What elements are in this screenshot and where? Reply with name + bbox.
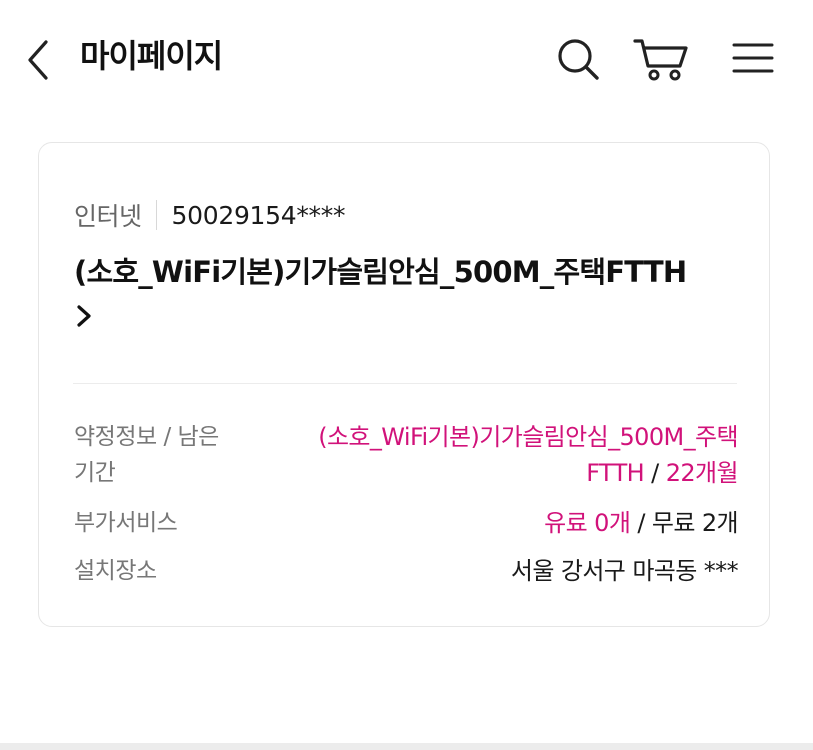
- top-header: 마이페이지: [0, 0, 813, 118]
- cart-icon: [633, 39, 688, 81]
- addon-free-count: 무료 2개: [651, 509, 739, 537]
- contract-info-row: 약정정보 / 남은 기간 (소호_WiFi기본)기가슬림안심_500M_주택 F…: [74, 419, 739, 495]
- contract-value: (소호_WiFi기본)기가슬림안심_500M_주택 FTTH / 22개월: [258, 419, 738, 491]
- service-number: 50029154****: [171, 200, 346, 230]
- plan-name: (소호_WiFi기본)기가슬림안심_500M_주택FTTH: [74, 255, 687, 289]
- plan-detail-link[interactable]: (소호_WiFi기본)기가슬림안심_500M_주택FTTH: [74, 247, 744, 331]
- card-divider: [73, 383, 737, 384]
- contract-label-line1: 약정정보 / 남은: [74, 424, 219, 450]
- bottom-divider-bar: [0, 743, 813, 750]
- service-id-line: 인터넷 50029154****: [74, 197, 345, 233]
- hamburger-menu-icon: [732, 43, 774, 73]
- search-button[interactable]: [555, 36, 601, 82]
- contract-plan-line2: FTTH: [586, 459, 645, 487]
- location-value: 서울 강서구 마곡동 ***: [510, 557, 739, 585]
- contract-remaining: 22개월: [665, 459, 739, 487]
- contract-separator: /: [651, 459, 659, 487]
- addon-separator: /: [637, 509, 645, 537]
- contract-plan-line1: (소호_WiFi기본)기가슬림안심_500M_주택: [318, 423, 738, 451]
- chevron-right-icon: [77, 305, 91, 327]
- addon-paid-count: 유료 0개: [544, 509, 631, 537]
- contract-label: 약정정보 / 남은 기간: [74, 419, 244, 491]
- contract-plan-line2-row: FTTH / 22개월: [258, 455, 738, 491]
- addon-label: 부가서비스: [74, 510, 178, 536]
- chevron-left-icon: [28, 40, 48, 80]
- service-card: 인터넷 50029154**** (소호_WiFi기본)기가슬림안심_500M_…: [38, 142, 770, 627]
- page-title: 마이페이지: [80, 37, 223, 75]
- location-info-row: 설치장소 서울 강서구 마곡동 ***: [74, 553, 739, 589]
- contract-label-line2: 기간: [74, 460, 116, 486]
- search-icon: [558, 39, 599, 80]
- service-type: 인터넷: [74, 202, 142, 231]
- vertical-divider: [155, 200, 157, 230]
- addon-info-row: 부가서비스 유료 0개 / 무료 2개: [74, 505, 739, 541]
- addon-value: 유료 0개 / 무료 2개: [544, 505, 738, 541]
- mypage-screen: 마이페이지 인터넷 50029154**** (소호_WiFi기본)기가슬림안심…: [0, 0, 813, 750]
- location-label: 설치장소: [74, 558, 157, 584]
- back-button[interactable]: [20, 38, 60, 82]
- cart-button[interactable]: [632, 36, 690, 82]
- menu-button[interactable]: [730, 36, 776, 82]
